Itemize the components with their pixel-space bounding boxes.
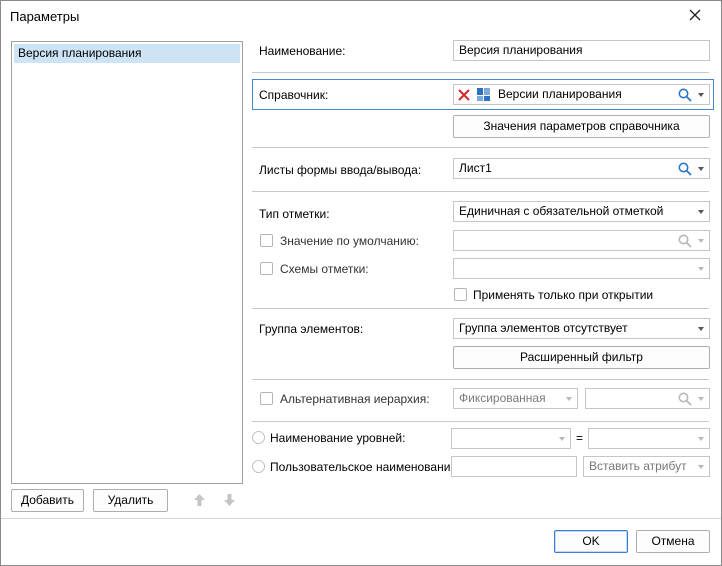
sheets-value: Лист1	[459, 161, 492, 175]
move-down-icon[interactable]	[223, 493, 236, 510]
apply-on-open-label: Применять только при открытии	[473, 288, 654, 302]
dictionary-value: Версии планирования	[498, 87, 622, 101]
insert-attribute-label: Вставить атрибут	[589, 459, 687, 473]
delete-button[interactable]: Удалить	[93, 489, 168, 512]
divider	[252, 72, 709, 73]
list-item[interactable]: Версия планирования	[14, 44, 240, 63]
chevron-down-icon[interactable]	[566, 397, 572, 401]
chevron-down-icon[interactable]	[698, 267, 704, 271]
dictionary-icon	[476, 87, 491, 105]
sheets-label: Листы формы ввода/вывода:	[259, 163, 422, 177]
dictionary-field[interactable]: Версии планирования	[453, 84, 710, 105]
search-icon[interactable]	[678, 392, 692, 408]
mark-schemes-checkbox[interactable]	[260, 262, 273, 275]
chevron-down-icon[interactable]	[698, 167, 704, 171]
alt-hierarchy-label: Альтернативная иерархия:	[280, 392, 430, 406]
move-up-icon[interactable]	[193, 493, 206, 510]
default-value-field[interactable]	[453, 230, 710, 251]
parameters-list[interactable]: Версия планирования	[11, 41, 243, 484]
search-icon[interactable]	[678, 88, 692, 104]
default-value-label: Значение по умолчанию:	[280, 234, 419, 248]
dictionary-params-button[interactable]: Значения параметров справочника	[453, 115, 710, 138]
name-label: Наименование:	[259, 44, 346, 58]
mark-schemes-label: Схемы отметки:	[280, 262, 369, 276]
custom-name-label: Пользовательское наименование:	[270, 460, 461, 474]
ok-button[interactable]: OK	[554, 530, 628, 553]
chevron-down-icon[interactable]	[698, 210, 704, 214]
alt-hierarchy-source[interactable]	[585, 388, 710, 409]
level-names-value-select[interactable]	[588, 428, 710, 449]
search-icon[interactable]	[678, 234, 692, 250]
extended-filter-button[interactable]: Расширенный фильтр	[453, 346, 710, 369]
mark-type-label: Тип отметки:	[259, 207, 330, 221]
chevron-down-icon[interactable]	[698, 93, 704, 97]
chevron-down-icon[interactable]	[698, 327, 704, 331]
alt-hierarchy-checkbox[interactable]	[260, 392, 273, 405]
chevron-down-icon[interactable]	[698, 239, 704, 243]
group-select[interactable]: Группа элементов отсутствует	[453, 318, 710, 339]
search-icon[interactable]	[678, 162, 692, 178]
mark-type-value: Единичная с обязательной отметкой	[459, 204, 664, 218]
level-names-radio[interactable]	[252, 431, 265, 444]
parameters-dialog: Параметры Версия планирования Добавить У…	[0, 0, 722, 566]
clear-icon[interactable]	[457, 88, 471, 105]
mark-type-select[interactable]: Единичная с обязательной отметкой	[453, 201, 710, 222]
chevron-down-icon[interactable]	[698, 397, 704, 401]
divider	[252, 421, 709, 422]
chevron-down-icon[interactable]	[698, 465, 704, 469]
sheets-field[interactable]: Лист1	[453, 158, 710, 179]
divider	[252, 308, 709, 309]
divider	[252, 191, 709, 192]
default-value-checkbox[interactable]	[260, 234, 273, 247]
name-field[interactable]: Версия планирования	[453, 40, 710, 61]
close-icon[interactable]	[685, 5, 705, 25]
level-names-label: Наименование уровней:	[270, 431, 406, 445]
alt-hierarchy-select[interactable]: Фиксированная	[453, 388, 578, 409]
dialog-title: Параметры	[10, 9, 80, 24]
cancel-button[interactable]: Отмена	[636, 530, 710, 553]
dictionary-label: Справочник:	[259, 88, 329, 102]
insert-attribute-select[interactable]: Вставить атрибут	[583, 456, 710, 477]
divider	[252, 379, 709, 380]
add-button[interactable]: Добавить	[11, 489, 84, 512]
chevron-down-icon[interactable]	[698, 437, 704, 441]
mark-schemes-select[interactable]	[453, 258, 710, 279]
alt-hierarchy-value: Фиксированная	[459, 391, 546, 405]
group-label: Группа элементов:	[259, 322, 364, 336]
custom-name-radio[interactable]	[252, 460, 265, 473]
custom-name-input[interactable]	[451, 456, 577, 477]
apply-on-open-checkbox[interactable]	[454, 288, 467, 301]
equals-sign: =	[576, 431, 584, 445]
group-value: Группа элементов отсутствует	[459, 321, 628, 335]
chevron-down-icon[interactable]	[559, 437, 565, 441]
divider	[252, 147, 709, 148]
level-names-select[interactable]	[451, 428, 571, 449]
